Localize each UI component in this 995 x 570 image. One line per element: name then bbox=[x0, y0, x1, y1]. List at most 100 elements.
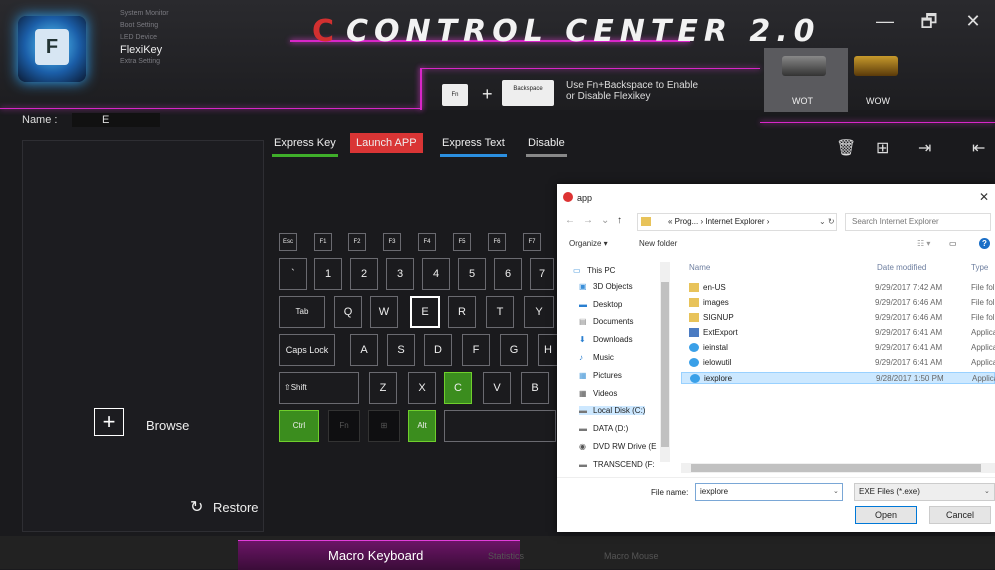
key-windows[interactable]: ⊞ bbox=[368, 410, 400, 442]
delete-icon[interactable]: 🗑 bbox=[836, 138, 856, 158]
key-f4[interactable]: F4 bbox=[418, 233, 436, 251]
key-z[interactable]: Z bbox=[369, 372, 397, 404]
file-row-selected[interactable]: iexplore 9/28/2017 1:50 PM Applica bbox=[681, 372, 995, 384]
tab-macro-mouse[interactable]: Macro Mouse bbox=[604, 551, 659, 561]
key-w[interactable]: W bbox=[370, 296, 398, 328]
restore-icon[interactable]: ↻ bbox=[190, 497, 203, 517]
key-caps-lock[interactable]: Caps Lock bbox=[279, 334, 335, 366]
file-row[interactable]: ExtExport 9/29/2017 6:41 AM Applica bbox=[681, 327, 995, 339]
view-options-icon[interactable]: ☷ ▾ bbox=[917, 239, 930, 248]
name-field[interactable]: E bbox=[72, 113, 160, 127]
chevron-down-icon[interactable]: ⌄ bbox=[833, 487, 839, 495]
tree-item-this-pc[interactable]: ▭ This PC bbox=[573, 266, 615, 275]
key-v[interactable]: V bbox=[483, 372, 511, 404]
tree-item-desktop[interactable]: ▬ Desktop bbox=[579, 300, 622, 309]
key-2[interactable]: 2 bbox=[350, 258, 378, 290]
file-row[interactable]: ielowutil 9/29/2017 6:41 AM Applica bbox=[681, 357, 995, 369]
restore-label[interactable]: Restore bbox=[213, 500, 259, 515]
key-c[interactable]: C bbox=[444, 372, 472, 404]
key-e[interactable]: E bbox=[410, 296, 440, 328]
tab-launch-app[interactable]: Launch APP bbox=[350, 133, 423, 153]
tree-item-documents[interactable]: ▤ Documents bbox=[579, 317, 633, 326]
key-s[interactable]: S bbox=[387, 334, 415, 366]
game-profile-wot[interactable]: WOT bbox=[764, 48, 848, 112]
side-menu-item-active[interactable]: FlexiKey bbox=[120, 44, 169, 56]
minimize-button[interactable]: — bbox=[868, 10, 902, 34]
side-menu-item[interactable]: LED Device bbox=[120, 32, 169, 44]
key-7[interactable]: 7 bbox=[530, 258, 554, 290]
key-6[interactable]: 6 bbox=[494, 258, 522, 290]
file-row[interactable]: SIGNUP 9/29/2017 6:46 AM File fol bbox=[681, 312, 995, 324]
tree-item-downloads[interactable]: ⬇ Downloads bbox=[579, 335, 633, 344]
export-icon[interactable]: ⇥ bbox=[918, 138, 931, 158]
side-menu-item[interactable]: System Monitor bbox=[120, 8, 169, 20]
scrollbar-thumb[interactable] bbox=[691, 464, 981, 472]
import-icon[interactable]: ⇤ bbox=[972, 138, 985, 158]
key-4[interactable]: 4 bbox=[422, 258, 450, 290]
key-h[interactable]: H bbox=[538, 334, 558, 366]
key-d[interactable]: D bbox=[424, 334, 452, 366]
game-profile-wow[interactable]: WOW bbox=[848, 48, 932, 112]
key-f5[interactable]: F5 bbox=[453, 233, 471, 251]
key-a[interactable]: A bbox=[350, 334, 378, 366]
tree-item-transcend[interactable]: ▬ TRANSCEND (F: bbox=[579, 460, 655, 469]
tree-item-3d-objects[interactable]: ▣ 3D Objects bbox=[579, 282, 633, 291]
dialog-close-button[interactable]: ✕ bbox=[979, 190, 989, 204]
key-x[interactable]: X bbox=[408, 372, 436, 404]
tab-disable[interactable]: Disable bbox=[522, 133, 571, 157]
tree-item-videos[interactable]: ▦ Videos bbox=[579, 389, 617, 398]
up-icon[interactable]: ↑ bbox=[617, 215, 622, 226]
tab-statistics[interactable]: Statistics bbox=[488, 551, 524, 561]
open-button[interactable]: Open bbox=[855, 506, 917, 524]
side-menu-item[interactable]: Boot Setting bbox=[120, 20, 169, 32]
tree-item-data-d[interactable]: ▬ DATA (D:) bbox=[579, 424, 628, 433]
new-folder-button[interactable]: New folder bbox=[639, 239, 677, 248]
restore-button[interactable]: 🗗 bbox=[912, 10, 946, 34]
file-row[interactable]: en-US 9/29/2017 7:42 AM File fol bbox=[681, 282, 995, 294]
key-r[interactable]: R bbox=[448, 296, 476, 328]
file-type-select[interactable]: EXE Files (*.exe) bbox=[854, 483, 995, 501]
close-button[interactable]: ✕ bbox=[956, 10, 990, 34]
cancel-button[interactable]: Cancel bbox=[929, 506, 991, 524]
file-name-input[interactable]: iexplore bbox=[695, 483, 843, 501]
key-f1[interactable]: F1 bbox=[314, 233, 332, 251]
key-1[interactable]: 1 bbox=[314, 258, 342, 290]
key-f6[interactable]: F6 bbox=[488, 233, 506, 251]
organize-button[interactable]: Organize ▾ bbox=[569, 239, 608, 248]
column-date-modified[interactable]: Date modified bbox=[877, 263, 926, 272]
tree-item-pictures[interactable]: ▦ Pictures bbox=[579, 371, 622, 380]
scrollbar-thumb[interactable] bbox=[661, 282, 669, 447]
key-3[interactable]: 3 bbox=[386, 258, 414, 290]
key-b[interactable]: B bbox=[521, 372, 549, 404]
key-space[interactable] bbox=[444, 410, 556, 442]
file-row[interactable]: images 9/29/2017 6:46 AM File fol bbox=[681, 297, 995, 309]
back-icon[interactable]: ← bbox=[565, 215, 575, 226]
file-row[interactable]: ieinstal 9/29/2017 6:41 AM Applica bbox=[681, 342, 995, 354]
column-name[interactable]: Name bbox=[689, 263, 710, 272]
browse-add-icon[interactable]: + bbox=[94, 408, 124, 436]
tab-macro-keyboard[interactable]: Macro Keyboard bbox=[328, 548, 423, 563]
tree-item-music[interactable]: ♪ Music bbox=[579, 353, 614, 362]
key-f3[interactable]: F3 bbox=[383, 233, 401, 251]
browse-label[interactable]: Browse bbox=[146, 418, 189, 433]
key-alt[interactable]: Alt bbox=[408, 410, 436, 442]
tab-express-text[interactable]: Express Text bbox=[436, 133, 511, 157]
preview-pane-icon[interactable]: ▭ bbox=[949, 239, 957, 248]
tree-item-dvd-drive[interactable]: ◉ DVD RW Drive (E bbox=[579, 442, 656, 451]
side-menu-item[interactable]: Extra Setting bbox=[120, 56, 169, 68]
column-type[interactable]: Type bbox=[971, 263, 988, 272]
key-tab[interactable]: Tab bbox=[279, 296, 325, 328]
chevron-down-icon[interactable]: ⌄ bbox=[984, 487, 990, 495]
key-f[interactable]: F bbox=[462, 334, 490, 366]
key-5[interactable]: 5 bbox=[458, 258, 486, 290]
add-icon[interactable]: ⊞ bbox=[876, 138, 889, 158]
key-fn[interactable]: Fn bbox=[328, 410, 360, 442]
help-icon[interactable]: ? bbox=[979, 238, 990, 249]
key-backtick[interactable]: ` bbox=[279, 258, 307, 290]
recent-chevron-icon[interactable]: ⌄ bbox=[601, 215, 609, 226]
key-q[interactable]: Q bbox=[334, 296, 362, 328]
address-bar[interactable]: « Prog... › Internet Explorer › bbox=[637, 213, 837, 231]
file-list-scrollbar[interactable] bbox=[681, 463, 995, 473]
key-ctrl[interactable]: Ctrl bbox=[279, 410, 319, 442]
refresh-icon[interactable]: ⌄ ↻ bbox=[819, 217, 835, 226]
